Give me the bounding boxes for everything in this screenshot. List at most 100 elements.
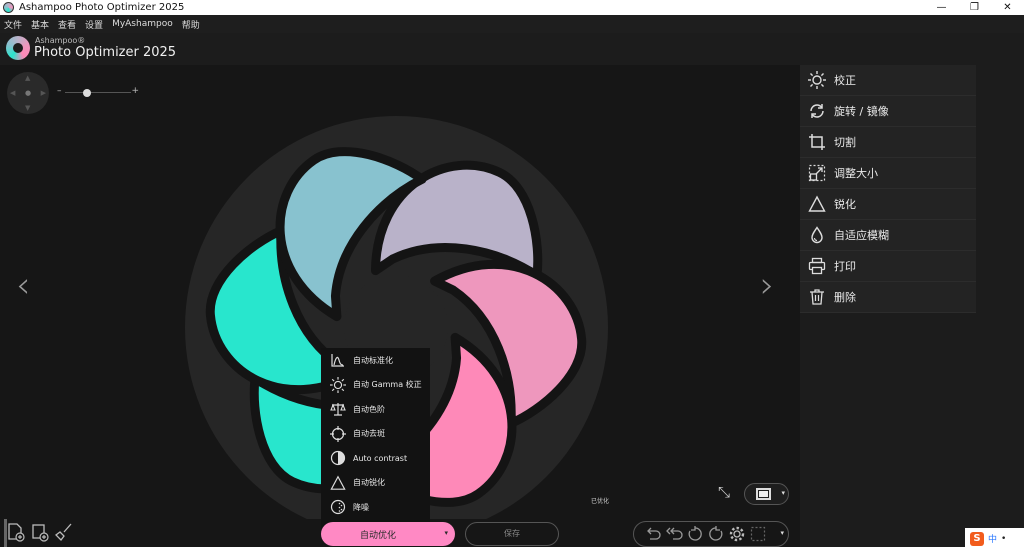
zoom-in-label: + (131, 86, 139, 96)
tool-delete[interactable]: 删除 (800, 282, 976, 313)
zoom-out-label: – (57, 86, 62, 96)
scale-icon (329, 400, 347, 418)
auto-menu-item[interactable]: 自动去斑 (321, 422, 430, 447)
title-bar: Ashampoo Photo Optimizer 2025 — ❐ ✕ (0, 0, 1024, 15)
single-view-icon (756, 488, 771, 500)
compare-icon[interactable] (747, 523, 768, 545)
menu-settings[interactable]: 设置 (85, 18, 103, 31)
pan-center-icon[interactable]: ● (25, 89, 31, 97)
auto-optimize-menu: 自动标准化 自动 Gamma 校正 自动色阶 自动去斑 Auto contras… (321, 348, 430, 529)
auto-menu-item[interactable]: 降噪 (321, 495, 430, 520)
clear-brush-icon[interactable] (52, 519, 76, 545)
auto-menu-item[interactable]: Auto contrast (321, 446, 430, 471)
auto-menu-item[interactable]: 自动标准化 (321, 348, 430, 373)
tool-correct[interactable]: 校正 (800, 65, 976, 96)
tool-label: 自适应模糊 (834, 229, 889, 242)
ime-indicator[interactable]: S 中 • (970, 530, 1006, 547)
menu-view[interactable]: 查看 (58, 18, 76, 31)
product-name: Photo Optimizer 2025 (34, 45, 177, 60)
chevron-down-icon[interactable]: ▾ (444, 529, 448, 537)
sun-icon (329, 376, 347, 394)
triangle-icon (800, 189, 834, 220)
brand-name: Ashampoo® (35, 36, 86, 45)
rotate-icon (800, 96, 834, 127)
tool-panel: 校正 旋转 / 镜像 切割 调整大小 锐化 自适应模糊 打印 删除 (800, 65, 1024, 547)
close-button[interactable]: ✕ (991, 0, 1024, 15)
menu-file[interactable]: 文件 (4, 18, 22, 31)
chevron-down-icon: ▾ (781, 489, 785, 497)
tool-crop[interactable]: 切割 (800, 127, 976, 158)
sun-icon (800, 65, 834, 96)
auto-menu-label: 自动 Gamma 校正 (353, 380, 422, 390)
tool-adaptive-blur[interactable]: 自适应模糊 (800, 220, 976, 251)
header-logo-bar: Ashampoo® Photo Optimizer 2025 (0, 33, 1024, 65)
tool-label: 锐化 (834, 198, 856, 211)
app-logo-icon (3, 2, 14, 13)
minimize-button[interactable]: — (925, 0, 958, 15)
zoom-track[interactable] (65, 92, 131, 93)
add-folder-icon[interactable] (28, 519, 52, 545)
pan-right-icon[interactable]: ▶ (41, 89, 46, 97)
ashampoo-logo-icon (6, 36, 30, 60)
auto-menu-label: 自动锐化 (353, 478, 385, 488)
menu-help[interactable]: 帮助 (182, 18, 200, 31)
tool-label: 校正 (834, 74, 856, 87)
sogou-icon: S (970, 531, 984, 546)
crop-icon (800, 127, 834, 158)
tool-label: 旋转 / 镜像 (834, 105, 889, 118)
fit-to-window-icon[interactable]: ⤡ (714, 483, 734, 503)
rotate-left-icon[interactable] (684, 523, 705, 545)
noise-icon (329, 498, 347, 516)
triangle-icon (329, 474, 347, 492)
target-icon (329, 425, 347, 443)
window-title: Ashampoo Photo Optimizer 2025 (19, 2, 185, 13)
ime-punctuation: • (1001, 533, 1007, 544)
zoom-knob[interactable] (83, 89, 92, 97)
window-controls: — ❐ ✕ (925, 0, 1024, 15)
panel-splitter[interactable] (4, 519, 7, 547)
zoom-slider[interactable]: – + (57, 86, 139, 99)
pan-left-icon[interactable]: ◀ (10, 89, 15, 97)
auto-menu-label: 自动色阶 (353, 404, 385, 414)
tool-rotate-mirror[interactable]: 旋转 / 镜像 (800, 96, 976, 127)
maximize-button[interactable]: ❐ (958, 0, 991, 15)
undo-icon[interactable] (642, 523, 663, 545)
menu-bar: 文件 基本 查看 设置 MyAshampoo 帮助 (0, 15, 1024, 33)
rotate-right-icon[interactable] (705, 523, 726, 545)
auto-menu-label: 降噪 (353, 502, 369, 512)
tool-label: 调整大小 (834, 167, 878, 180)
tool-sharpen[interactable]: 锐化 (800, 189, 976, 220)
view-mode-toggle[interactable]: ▾ (744, 483, 789, 505)
pan-down-icon[interactable]: ▼ (25, 104, 30, 112)
auto-menu-label: 自动标准化 (353, 355, 393, 365)
auto-menu-label: 自动去斑 (353, 429, 385, 439)
previous-image-button[interactable]: ‹ (16, 268, 30, 304)
next-image-button[interactable]: › (760, 268, 774, 304)
drop-icon (800, 220, 834, 251)
auto-menu-item[interactable]: 自动锐化 (321, 471, 430, 496)
pan-control[interactable]: ▲ ▼ ◀ ▶ ● (7, 72, 49, 114)
auto-menu-item[interactable]: 自动色阶 (321, 397, 430, 422)
add-file-icon[interactable] (4, 519, 28, 545)
chevron-down-icon[interactable]: ▾ (780, 529, 784, 537)
pan-up-icon[interactable]: ▲ (25, 74, 30, 82)
undo-all-icon[interactable] (663, 523, 684, 545)
tool-label: 切割 (834, 136, 856, 149)
trash-icon (800, 282, 834, 313)
auto-optimize-button[interactable]: 自动优化 ▾ (321, 522, 455, 546)
resize-icon (800, 158, 834, 189)
file-tools (4, 519, 76, 547)
auto-menu-label: Auto contrast (353, 453, 408, 463)
contrast-icon (329, 449, 347, 467)
histogram-icon (329, 351, 347, 369)
tool-label: 删除 (834, 291, 856, 304)
save-button[interactable]: 保存 (465, 522, 559, 546)
menu-myashampoo[interactable]: MyAshampoo (112, 19, 173, 29)
tool-print[interactable]: 打印 (800, 251, 976, 282)
history-controls: ▾ (633, 521, 789, 547)
printer-icon (800, 251, 834, 282)
auto-menu-item[interactable]: 自动 Gamma 校正 (321, 373, 430, 398)
gear-icon[interactable] (726, 523, 747, 545)
menu-basic[interactable]: 基本 (31, 18, 49, 31)
tool-resize[interactable]: 调整大小 (800, 158, 976, 189)
